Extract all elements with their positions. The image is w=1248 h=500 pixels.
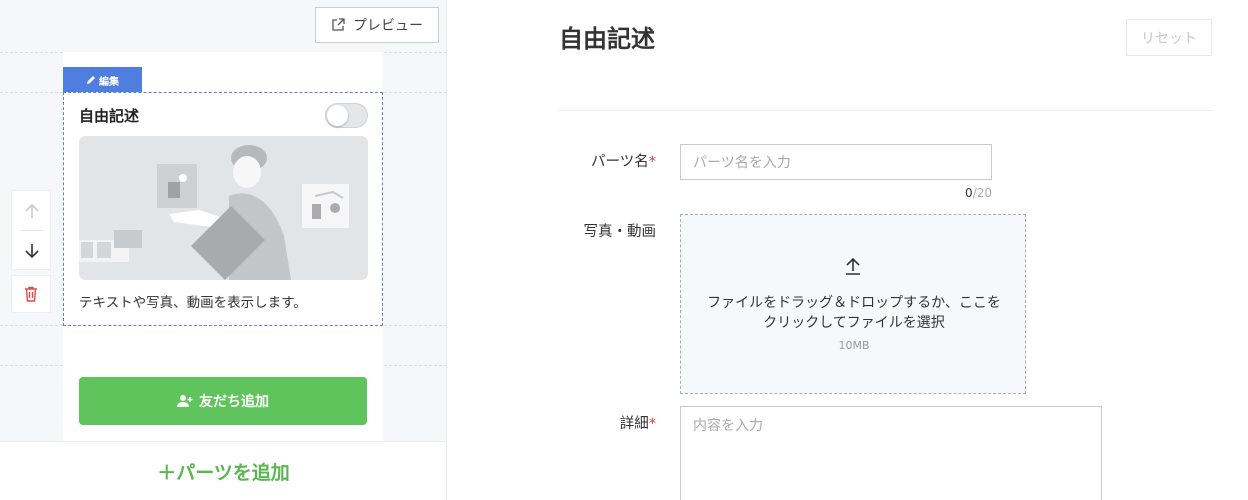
required-mark: * bbox=[648, 416, 656, 432]
page-title: 自由記述 bbox=[559, 25, 655, 53]
char-max: /20 bbox=[972, 186, 992, 200]
add-parts-button[interactable]: ＋パーツを追加 bbox=[0, 441, 446, 500]
upload-instructions: ファイルをドラッグ＆ドロップするか、ここをクリックしてファイルを選択 bbox=[707, 295, 1001, 331]
edit-tag-label: 編集 bbox=[99, 76, 119, 88]
block-title: 自由記述 bbox=[79, 107, 140, 125]
media-label-text: 写真・動画 bbox=[583, 224, 657, 240]
preview-button-label: プレビュー bbox=[353, 18, 423, 34]
external-link-icon bbox=[332, 18, 345, 31]
add-user-icon bbox=[177, 395, 193, 407]
visibility-toggle[interactable] bbox=[325, 103, 368, 128]
file-dropzone[interactable]: ファイルをドラッグ＆ドロップするか、ここをクリックしてファイルを選択 10MB bbox=[680, 214, 1026, 394]
media-label: 写真・動画 bbox=[536, 220, 657, 241]
move-controls bbox=[11, 190, 51, 270]
header-divider bbox=[559, 110, 1212, 111]
arrow-up-icon bbox=[25, 203, 39, 218]
upload-icon bbox=[846, 257, 860, 275]
details-label: 詳細* bbox=[536, 412, 656, 433]
free-text-block[interactable]: 自由記述 テキストや写真、動画を表示します。 bbox=[63, 92, 383, 326]
placeholder-illustration bbox=[79, 136, 368, 280]
delete-button[interactable] bbox=[11, 275, 51, 313]
pencil-icon bbox=[87, 76, 95, 84]
parts-name-input[interactable]: パーツ名を入力 bbox=[680, 144, 992, 180]
parts-name-label: パーツ名* bbox=[536, 150, 656, 171]
add-parts-label: ＋パーツを追加 bbox=[157, 461, 290, 484]
add-friend-button[interactable]: 友だち追加 bbox=[79, 377, 367, 425]
reset-button[interactable]: リセット bbox=[1126, 19, 1212, 56]
move-up-button[interactable] bbox=[12, 191, 52, 231]
upload-size-limit: 10MB bbox=[838, 339, 870, 352]
block-description: テキストや写真、動画を表示します。 bbox=[79, 295, 307, 311]
toggle-knob bbox=[327, 105, 348, 126]
trash-icon bbox=[25, 286, 37, 302]
details-placeholder: 内容を入力 bbox=[693, 418, 763, 434]
edit-tag[interactable]: 編集 bbox=[63, 67, 142, 93]
arrow-down-icon bbox=[25, 244, 39, 259]
preview-button[interactable]: プレビュー bbox=[315, 7, 439, 43]
details-label-text: 詳細 bbox=[619, 416, 649, 432]
char-count: 0 bbox=[965, 186, 973, 200]
add-friend-label: 友だち追加 bbox=[199, 394, 269, 410]
parts-name-placeholder: パーツ名を入力 bbox=[693, 155, 791, 171]
parts-name-label-text: パーツ名 bbox=[591, 154, 649, 170]
details-textarea[interactable]: 内容を入力 bbox=[680, 406, 1102, 500]
preview-pane: プレビュー 編集 自由記述 テキストや写真、動画を表示します。 友だち追加 ＋パ… bbox=[0, 0, 447, 500]
required-mark: * bbox=[648, 154, 656, 170]
move-down-button[interactable] bbox=[12, 231, 52, 271]
char-counter: 0/20 bbox=[940, 186, 992, 200]
